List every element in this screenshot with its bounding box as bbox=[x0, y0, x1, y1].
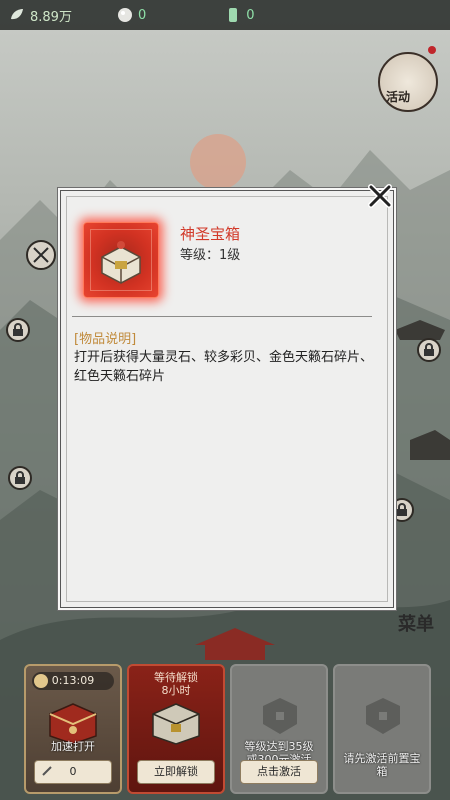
lock-icon[interactable] bbox=[417, 338, 441, 362]
chest-slot-2[interactable]: 等待解锁 8小时 立即解锁 bbox=[127, 664, 225, 794]
silver-amount: 8.89万 bbox=[30, 9, 72, 25]
jade-scroll-icon bbox=[229, 8, 238, 22]
item-icon-frame bbox=[83, 222, 159, 298]
close-icon[interactable] bbox=[366, 182, 394, 210]
item-level: 等级：1级 bbox=[180, 248, 241, 263]
item-name: 神圣宝箱 bbox=[180, 225, 241, 243]
item-description: 打开后获得大量灵石、较多彩贝、金色天籁石碎片、红色天籁石碎片 bbox=[74, 350, 374, 384]
pen-icon bbox=[42, 766, 52, 776]
resource-silver: 8.89万 bbox=[8, 6, 72, 25]
speed-up-cost: 0 bbox=[69, 765, 77, 778]
notification-dot bbox=[428, 46, 436, 54]
timer-value: 0:13:09 bbox=[51, 674, 95, 687]
activate-button[interactable]: 点击激活 bbox=[240, 760, 318, 784]
pearl-icon bbox=[117, 8, 132, 22]
resource-bar: 8.89万 0 0 bbox=[0, 0, 450, 30]
speed-up-open-label: 加速打开 bbox=[51, 740, 95, 753]
resource-pearl: 0 bbox=[116, 6, 146, 24]
holy-chest-icon bbox=[152, 703, 200, 745]
locked-chest-silhouette-icon bbox=[366, 698, 400, 734]
chest-slot-4[interactable]: 请先激活前置宝箱 bbox=[333, 664, 431, 794]
unlock-now-button[interactable]: 立即解锁 bbox=[137, 760, 215, 784]
holy-chest-icon bbox=[101, 241, 141, 284]
menu-button[interactable]: 菜单 bbox=[398, 610, 434, 636]
coin-icon bbox=[34, 674, 48, 688]
crossed-swords-icon[interactable] bbox=[26, 240, 56, 270]
speed-up-button[interactable]: 0 bbox=[34, 760, 112, 784]
open-timer: 0:13:09 bbox=[32, 672, 114, 690]
event-label: 活动 bbox=[386, 90, 411, 104]
lock-icon[interactable] bbox=[6, 318, 30, 342]
chest-slot-1[interactable]: 0:13:09 加速打开 0 bbox=[24, 664, 122, 794]
silver-leaf-icon bbox=[11, 9, 23, 20]
red-chest-icon bbox=[49, 703, 97, 745]
divider bbox=[72, 316, 372, 317]
locked-chest-silhouette-icon bbox=[263, 698, 297, 734]
lock-icon[interactable] bbox=[8, 466, 32, 490]
jade-amount: 0 bbox=[246, 7, 255, 23]
pearl-amount: 0 bbox=[137, 7, 147, 23]
item-description-title: [物品说明] bbox=[74, 332, 137, 347]
resource-jade: 0 bbox=[224, 6, 255, 24]
chest-slot-3[interactable]: 等级达到35级或300元激活 点击激活 bbox=[230, 664, 328, 794]
activate-previous-chest-label: 请先激活前置宝箱 bbox=[343, 752, 421, 778]
